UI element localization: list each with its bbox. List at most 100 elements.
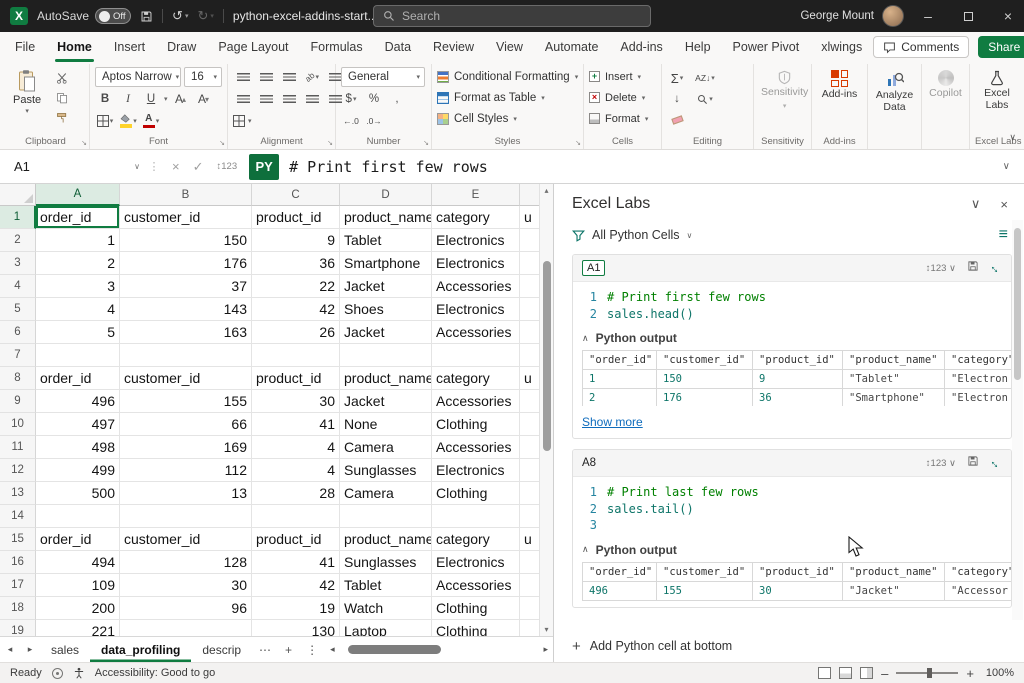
ribbon-tab-formulas[interactable]: Formulas bbox=[300, 32, 374, 62]
cell-B15[interactable]: customer_id bbox=[120, 528, 252, 551]
cell-C15[interactable]: product_id bbox=[252, 528, 340, 551]
maximize-button[interactable] bbox=[952, 0, 984, 32]
sheet-tab-data_profiling[interactable]: data_profiling bbox=[90, 637, 191, 662]
cell-C10[interactable]: 41 bbox=[252, 413, 340, 436]
cell-B14[interactable] bbox=[120, 505, 252, 528]
ribbon-tab-draw[interactable]: Draw bbox=[156, 32, 207, 62]
close-button[interactable]: × bbox=[992, 0, 1024, 32]
cell-D12[interactable]: Sunglasses bbox=[340, 459, 432, 482]
column-header-partial[interactable] bbox=[520, 184, 539, 206]
autosave-toggle[interactable]: Off bbox=[95, 8, 131, 24]
cell-F14[interactable] bbox=[520, 505, 539, 528]
cell-B12[interactable]: 112 bbox=[120, 459, 252, 482]
column-header-B[interactable]: B bbox=[120, 184, 252, 206]
cell-B19[interactable] bbox=[120, 620, 252, 636]
show-more-link[interactable]: Show more bbox=[573, 412, 1011, 438]
cell-C3[interactable]: 36 bbox=[252, 252, 340, 275]
cell-E4[interactable]: Accessories bbox=[432, 275, 520, 298]
cell-D7[interactable] bbox=[340, 344, 432, 367]
cell-B10[interactable]: 66 bbox=[120, 413, 252, 436]
cell-D5[interactable]: Shoes bbox=[340, 298, 432, 321]
row-header-17[interactable]: 17 bbox=[0, 574, 36, 597]
cell-B11[interactable]: 169 bbox=[120, 436, 252, 459]
horizontal-scrollbar-track[interactable] bbox=[338, 645, 541, 654]
cell-D19[interactable]: Laptop bbox=[340, 620, 432, 636]
percent-style-button[interactable]: % bbox=[364, 90, 384, 108]
cell-D16[interactable]: Sunglasses bbox=[340, 551, 432, 574]
cell-C12[interactable]: 4 bbox=[252, 459, 340, 482]
page-break-view-icon[interactable] bbox=[860, 667, 873, 679]
scroll-down-icon[interactable]: ▾ bbox=[544, 625, 548, 634]
cell-D17[interactable]: Tablet bbox=[340, 574, 432, 597]
cell-C5[interactable]: 42 bbox=[252, 298, 340, 321]
cell-A7[interactable] bbox=[36, 344, 120, 367]
fill-button[interactable]: ↓ bbox=[667, 90, 687, 108]
styles-dialog-launcher[interactable]: ↘ bbox=[575, 139, 581, 147]
cell-A13[interactable]: 500 bbox=[36, 482, 120, 505]
cell-C17[interactable]: 42 bbox=[252, 574, 340, 597]
row-header-7[interactable]: 7 bbox=[0, 344, 36, 367]
cell-A3[interactable]: 2 bbox=[36, 252, 120, 275]
underline-dropdown-icon[interactable]: ▾ bbox=[164, 95, 168, 103]
cell-F13[interactable] bbox=[520, 482, 539, 505]
cell-B17[interactable]: 30 bbox=[120, 574, 252, 597]
cell-A11[interactable]: 498 bbox=[36, 436, 120, 459]
cell-D1[interactable]: product_name bbox=[340, 206, 432, 229]
cell-A4[interactable]: 3 bbox=[36, 275, 120, 298]
cell-F5[interactable] bbox=[520, 298, 539, 321]
macro-record-icon[interactable] bbox=[52, 668, 63, 679]
font-dialog-launcher[interactable]: ↘ bbox=[219, 139, 225, 147]
cell-A9[interactable]: 496 bbox=[36, 390, 120, 413]
find-select-button[interactable]: ▾ bbox=[695, 90, 715, 108]
cell-F4[interactable] bbox=[520, 275, 539, 298]
cell-A8[interactable]: order_id bbox=[36, 367, 120, 390]
borders-button[interactable]: ▾ bbox=[95, 112, 115, 130]
formula-input[interactable]: # Print first few rows bbox=[289, 158, 488, 176]
save-cell-icon[interactable] bbox=[967, 259, 979, 277]
number-dialog-launcher[interactable]: ↘ bbox=[423, 139, 429, 147]
ribbon-tab-data[interactable]: Data bbox=[374, 32, 422, 62]
pane-scrollbar[interactable] bbox=[1012, 220, 1023, 620]
name-box[interactable]: A1 ∨ bbox=[0, 150, 148, 183]
row-header-6[interactable]: 6 bbox=[0, 321, 36, 344]
cell-B6[interactable]: 163 bbox=[120, 321, 252, 344]
insert-cells-button[interactable]: + Insert ▾ bbox=[589, 67, 648, 86]
cell-E17[interactable]: Accessories bbox=[432, 574, 520, 597]
format-cells-button[interactable]: Format ▾ bbox=[589, 109, 648, 128]
ribbon-tab-review[interactable]: Review bbox=[422, 32, 485, 62]
delete-cells-button[interactable]: × Delete ▾ bbox=[589, 88, 648, 107]
cell-B13[interactable]: 13 bbox=[120, 482, 252, 505]
cell-A6[interactable]: 5 bbox=[36, 321, 120, 344]
cell-E7[interactable] bbox=[432, 344, 520, 367]
cell-D14[interactable] bbox=[340, 505, 432, 528]
decrease-indent-button[interactable] bbox=[302, 90, 322, 108]
cell-A17[interactable]: 109 bbox=[36, 574, 120, 597]
merge-center-button[interactable]: ▾ bbox=[233, 112, 252, 130]
comma-style-button[interactable]: , bbox=[387, 90, 407, 108]
row-header-15[interactable]: 15 bbox=[0, 528, 36, 551]
cell-F17[interactable] bbox=[520, 574, 539, 597]
column-header-E[interactable]: E bbox=[432, 184, 520, 206]
cell-B2[interactable]: 150 bbox=[120, 229, 252, 252]
cell-F3[interactable] bbox=[520, 252, 539, 275]
undo-button[interactable]: ↺ ▾ bbox=[172, 8, 188, 24]
cell-D4[interactable]: Jacket bbox=[340, 275, 432, 298]
cell-F2[interactable] bbox=[520, 229, 539, 252]
ribbon-tab-insert[interactable]: Insert bbox=[103, 32, 156, 62]
decrease-font-button[interactable]: A▾ bbox=[194, 90, 214, 108]
cell-D18[interactable]: Watch bbox=[340, 597, 432, 620]
hscroll-left-icon[interactable]: ◂ bbox=[330, 644, 335, 655]
python-output-header[interactable]: ∧Python output bbox=[573, 328, 1011, 348]
ribbon-tab-view[interactable]: View bbox=[485, 32, 534, 62]
cell-F12[interactable] bbox=[520, 459, 539, 482]
ribbon-tab-automate[interactable]: Automate bbox=[534, 32, 610, 62]
sheet-nav-right-icon[interactable]: ▸ bbox=[20, 644, 40, 655]
cell-A12[interactable]: 499 bbox=[36, 459, 120, 482]
copilot-button[interactable]: Copilot bbox=[927, 67, 964, 135]
zoom-in-icon[interactable]: + bbox=[966, 666, 974, 681]
accessibility-status-label[interactable]: Accessibility: Good to go bbox=[95, 667, 215, 679]
cell-C19[interactable]: 130 bbox=[252, 620, 340, 636]
redo-button[interactable]: ↻ ▾ bbox=[197, 8, 213, 24]
cell-F19[interactable] bbox=[520, 620, 539, 636]
cell-E8[interactable]: category bbox=[432, 367, 520, 390]
